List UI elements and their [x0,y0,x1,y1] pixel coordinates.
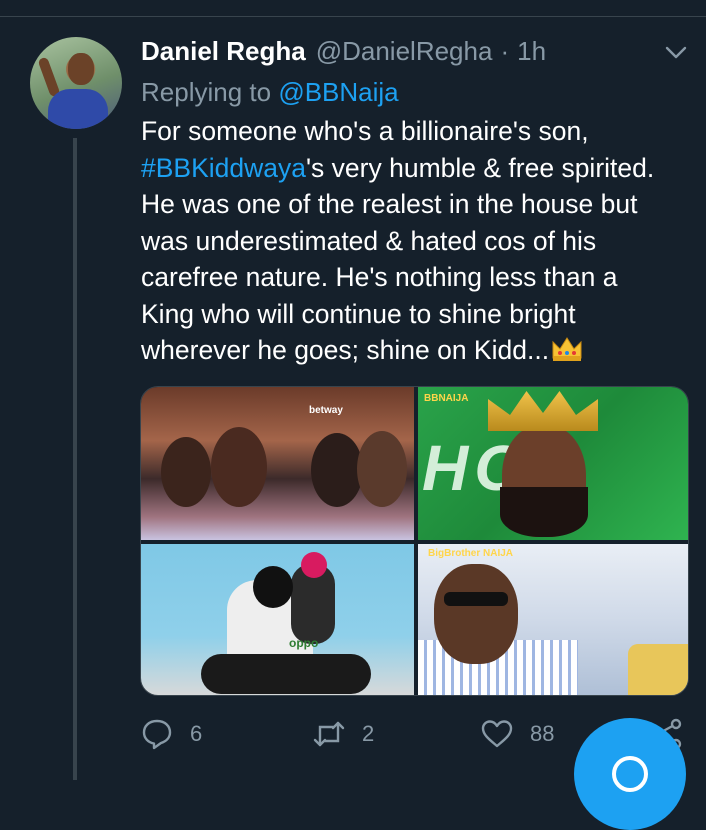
media-image-4[interactable]: BigBrother NAIJA [418,544,688,695]
replying-to: Replying to @BBNaija [141,77,399,108]
photo-crown [488,391,598,431]
thread-line [73,138,77,780]
tweet-text-line: King who will continue to shine bright [141,298,576,329]
header-separator: · [500,36,510,66]
tweet-text-line: carefree nature. He's nothing less than … [141,262,618,292]
avatar-torso [48,89,108,129]
compose-icon [612,756,648,792]
replying-to-mention[interactable]: @BBNaija [278,77,398,107]
media-caption-2: BBNAIJA [424,393,469,404]
media-grid: betway HOH BBNAIJA oppo BigBrother NAIJA [140,386,689,696]
photo-person [211,427,267,507]
avatar-arm [37,56,61,98]
like-button[interactable]: 88 [480,712,554,756]
reply-icon [142,719,172,750]
retweet-icon [313,721,345,747]
compose-button[interactable] [574,718,686,830]
retweet-button[interactable]: 2 [312,712,374,756]
like-icon [481,720,513,748]
chevron-down-icon[interactable] [664,40,688,64]
tweet[interactable]: Daniel Regha @DanielRegha · 1h Replying … [0,0,706,830]
tweet-text-line: For someone who's a billionaire's son, [141,116,589,146]
hashtag-link[interactable]: #BBKiddwaya [141,153,306,183]
replying-to-label: Replying to [141,77,272,107]
media-caption-1: betway [309,405,343,416]
like-count: 88 [530,721,555,746]
photo-helmet [253,566,293,608]
media-image-1[interactable]: betway [141,387,414,540]
tweet-text-line: #BBKiddwaya's very humble & free spirite… [141,150,697,187]
retweet-count: 2 [362,721,375,746]
reply-button[interactable]: 6 [140,712,202,756]
tweet-text-line: He was one of the realest in the house b… [141,189,638,219]
media-caption-3: oppo [289,636,319,650]
author-display-name[interactable]: Daniel Regha [141,36,306,67]
avatar[interactable] [30,37,122,129]
media-image-3[interactable]: oppo [141,544,414,695]
tweet-header: Daniel Regha @DanielRegha · 1h [141,36,546,70]
crown-emoji-icon [552,337,582,361]
tweet-timestamp[interactable]: 1h [517,36,546,67]
photo-pillow [628,644,688,695]
photo-face [434,564,518,664]
photo-sunglasses [444,592,508,606]
photo-motorbike [201,654,371,694]
media-caption-4: BigBrother NAIJA [428,548,514,559]
reply-count: 6 [190,721,203,746]
photo-person [357,431,407,507]
tweet-body: For someone who's a billionaire's son, #… [141,113,697,369]
tweet-text-fragment: 's very humble & free spirited. [306,152,655,183]
photo-beard [500,487,588,537]
photo-hair [301,552,327,578]
photo-person [161,437,211,507]
author-handle[interactable]: @DanielRegha [316,36,493,67]
photo-person [311,433,363,507]
avatar-face [68,53,94,85]
tweet-text-line: wherever he goes; shine on Kidd... [141,332,697,369]
tweet-text-line: was underestimated & hated cos of his [141,225,597,256]
tweet-text-fragment: wherever he goes; shine on Kidd... [141,335,550,365]
media-image-2[interactable]: HOH BBNAIJA [418,387,688,540]
